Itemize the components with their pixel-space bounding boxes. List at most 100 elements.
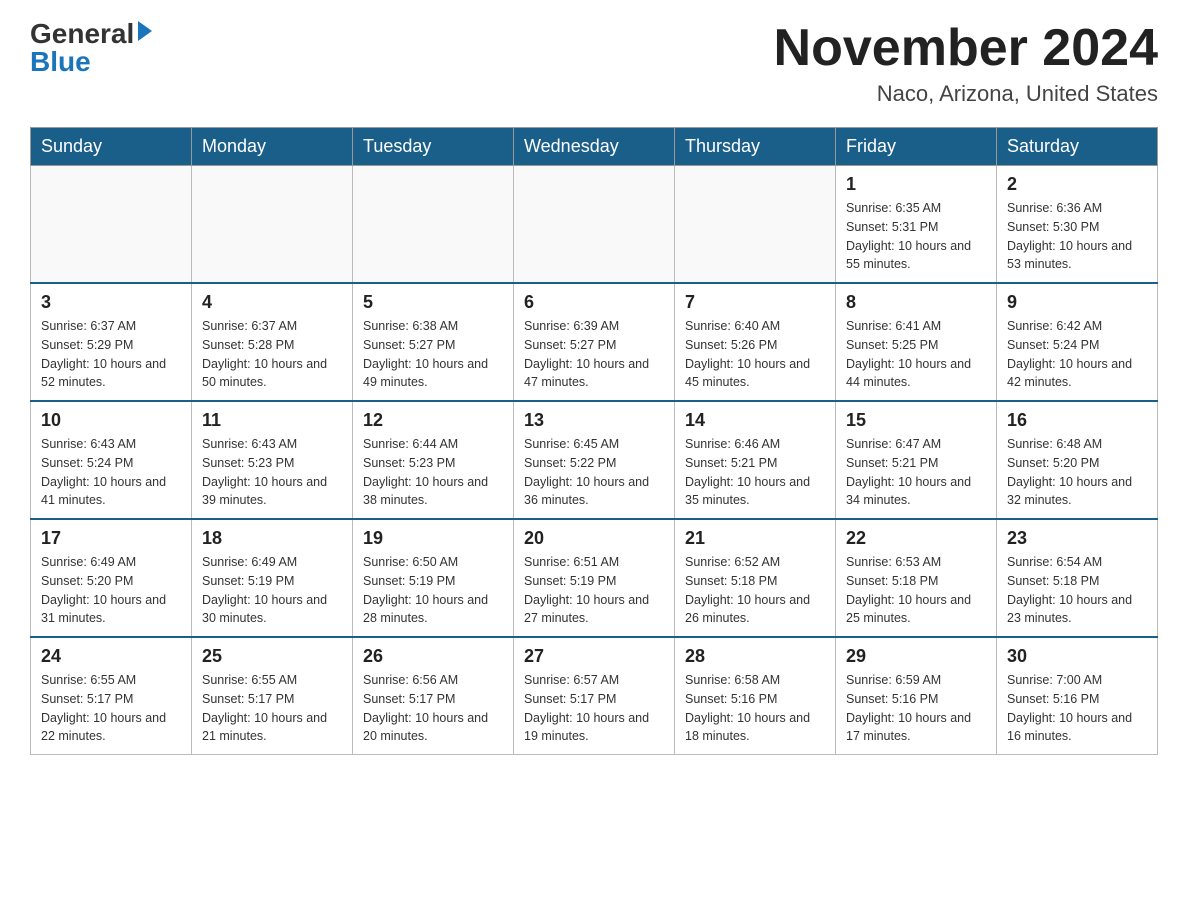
calendar-cell: 27 Sunrise: 6:57 AMSunset: 5:17 PMDayligh… — [514, 637, 675, 755]
logo-arrow-icon — [138, 21, 152, 41]
day-info: Sunrise: 6:49 AMSunset: 5:19 PMDaylight:… — [202, 553, 342, 628]
calendar-cell: 19 Sunrise: 6:50 AMSunset: 5:19 PMDayligh… — [353, 519, 514, 637]
weekday-header-row: SundayMondayTuesdayWednesdayThursdayFrid… — [31, 128, 1158, 166]
calendar-cell: 7Sunrise: 6:40 AMSunset: 5:26 PMDaylight… — [675, 283, 836, 401]
day-info: Sunrise: 6:36 AMSunset: 5:30 PMDaylight:… — [1007, 199, 1147, 274]
day-number: 17 — [41, 528, 181, 549]
weekday-header-tuesday: Tuesday — [353, 128, 514, 166]
day-number: 20 — [524, 528, 664, 549]
calendar-cell — [353, 166, 514, 284]
calendar-body: 1 Sunrise: 6:35 AMSunset: 5:31 PMDaylight… — [31, 166, 1158, 755]
calendar-cell: 16 Sunrise: 6:48 AMSunset: 5:20 PMDayligh… — [997, 401, 1158, 519]
day-number: 14 — [685, 410, 825, 431]
calendar-cell — [31, 166, 192, 284]
calendar-cell: 23Sunrise: 6:54 AMSunset: 5:18 PMDayligh… — [997, 519, 1158, 637]
calendar-week-2: 3Sunrise: 6:37 AMSunset: 5:29 PMDaylight… — [31, 283, 1158, 401]
calendar-cell: 15 Sunrise: 6:47 AMSunset: 5:21 PMDayligh… — [836, 401, 997, 519]
calendar-week-3: 10Sunrise: 6:43 AMSunset: 5:24 PMDayligh… — [31, 401, 1158, 519]
day-number: 27 — [524, 646, 664, 667]
day-info: Sunrise: 6:47 AMSunset: 5:21 PMDaylight:… — [846, 435, 986, 510]
calendar-cell: 14 Sunrise: 6:46 AMSunset: 5:21 PMDayligh… — [675, 401, 836, 519]
day-info: Sunrise: 6:35 AMSunset: 5:31 PMDaylight:… — [846, 199, 986, 274]
day-info: Sunrise: 6:55 AMSunset: 5:17 PMDaylight:… — [41, 671, 181, 746]
day-number: 24 — [41, 646, 181, 667]
day-number: 15 — [846, 410, 986, 431]
calendar-cell: 22 Sunrise: 6:53 AMSunset: 5:18 PMDayligh… — [836, 519, 997, 637]
day-number: 2 — [1007, 174, 1147, 195]
calendar-cell: 6 Sunrise: 6:39 AMSunset: 5:27 PMDaylight… — [514, 283, 675, 401]
calendar-cell: 25 Sunrise: 6:55 AMSunset: 5:17 PMDayligh… — [192, 637, 353, 755]
day-info: Sunrise: 6:56 AMSunset: 5:17 PMDaylight:… — [363, 671, 503, 746]
day-number: 8 — [846, 292, 986, 313]
day-number: 18 — [202, 528, 342, 549]
calendar-cell: 29Sunrise: 6:59 AMSunset: 5:16 PMDayligh… — [836, 637, 997, 755]
day-info: Sunrise: 6:57 AMSunset: 5:17 PMDaylight:… — [524, 671, 664, 746]
calendar-cell: 10Sunrise: 6:43 AMSunset: 5:24 PMDayligh… — [31, 401, 192, 519]
page-header: General Blue November 2024 Naco, Arizona… — [30, 20, 1158, 107]
logo-blue-text: Blue — [30, 48, 91, 76]
day-number: 30 — [1007, 646, 1147, 667]
calendar-cell: 8 Sunrise: 6:41 AMSunset: 5:25 PMDaylight… — [836, 283, 997, 401]
day-info: Sunrise: 6:59 AMSunset: 5:16 PMDaylight:… — [846, 671, 986, 746]
day-number: 28 — [685, 646, 825, 667]
day-info: Sunrise: 6:39 AMSunset: 5:27 PMDaylight:… — [524, 317, 664, 392]
day-info: Sunrise: 6:38 AMSunset: 5:27 PMDaylight:… — [363, 317, 503, 392]
day-info: Sunrise: 6:40 AMSunset: 5:26 PMDaylight:… — [685, 317, 825, 392]
calendar-cell — [675, 166, 836, 284]
weekday-header-saturday: Saturday — [997, 128, 1158, 166]
day-number: 23 — [1007, 528, 1147, 549]
day-info: Sunrise: 6:52 AMSunset: 5:18 PMDaylight:… — [685, 553, 825, 628]
day-info: Sunrise: 6:42 AMSunset: 5:24 PMDaylight:… — [1007, 317, 1147, 392]
day-number: 12 — [363, 410, 503, 431]
title-section: November 2024 Naco, Arizona, United Stat… — [774, 20, 1158, 107]
month-title: November 2024 — [774, 20, 1158, 77]
day-info: Sunrise: 6:46 AMSunset: 5:21 PMDaylight:… — [685, 435, 825, 510]
calendar-cell: 17 Sunrise: 6:49 AMSunset: 5:20 PMDayligh… — [31, 519, 192, 637]
calendar-cell: 1 Sunrise: 6:35 AMSunset: 5:31 PMDaylight… — [836, 166, 997, 284]
day-number: 22 — [846, 528, 986, 549]
day-info: Sunrise: 6:37 AMSunset: 5:29 PMDaylight:… — [41, 317, 181, 392]
day-info: Sunrise: 6:50 AMSunset: 5:19 PMDaylight:… — [363, 553, 503, 628]
weekday-header-sunday: Sunday — [31, 128, 192, 166]
day-number: 25 — [202, 646, 342, 667]
calendar-cell: 11Sunrise: 6:43 AMSunset: 5:23 PMDayligh… — [192, 401, 353, 519]
location-text: Naco, Arizona, United States — [774, 81, 1158, 107]
calendar-cell: 13Sunrise: 6:45 AMSunset: 5:22 PMDayligh… — [514, 401, 675, 519]
calendar-week-5: 24 Sunrise: 6:55 AMSunset: 5:17 PMDayligh… — [31, 637, 1158, 755]
weekday-header-thursday: Thursday — [675, 128, 836, 166]
day-info: Sunrise: 6:44 AMSunset: 5:23 PMDaylight:… — [363, 435, 503, 510]
day-number: 13 — [524, 410, 664, 431]
day-info: Sunrise: 6:37 AMSunset: 5:28 PMDaylight:… — [202, 317, 342, 392]
day-info: Sunrise: 6:53 AMSunset: 5:18 PMDaylight:… — [846, 553, 986, 628]
day-info: Sunrise: 6:55 AMSunset: 5:17 PMDaylight:… — [202, 671, 342, 746]
calendar-week-4: 17 Sunrise: 6:49 AMSunset: 5:20 PMDayligh… — [31, 519, 1158, 637]
calendar-table: SundayMondayTuesdayWednesdayThursdayFrid… — [30, 127, 1158, 755]
day-number: 21 — [685, 528, 825, 549]
calendar-cell — [514, 166, 675, 284]
day-info: Sunrise: 7:00 AMSunset: 5:16 PMDaylight:… — [1007, 671, 1147, 746]
calendar-cell: 5 Sunrise: 6:38 AMSunset: 5:27 PMDaylight… — [353, 283, 514, 401]
day-info: Sunrise: 6:41 AMSunset: 5:25 PMDaylight:… — [846, 317, 986, 392]
logo: General Blue — [30, 20, 152, 76]
logo-general-text: General — [30, 20, 134, 48]
weekday-header-friday: Friday — [836, 128, 997, 166]
day-number: 26 — [363, 646, 503, 667]
calendar-cell: 3Sunrise: 6:37 AMSunset: 5:29 PMDaylight… — [31, 283, 192, 401]
day-number: 1 — [846, 174, 986, 195]
day-info: Sunrise: 6:51 AMSunset: 5:19 PMDaylight:… — [524, 553, 664, 628]
day-info: Sunrise: 6:43 AMSunset: 5:23 PMDaylight:… — [202, 435, 342, 510]
calendar-cell: 4Sunrise: 6:37 AMSunset: 5:28 PMDaylight… — [192, 283, 353, 401]
calendar-header: SundayMondayTuesdayWednesdayThursdayFrid… — [31, 128, 1158, 166]
calendar-cell — [192, 166, 353, 284]
day-number: 16 — [1007, 410, 1147, 431]
day-info: Sunrise: 6:49 AMSunset: 5:20 PMDaylight:… — [41, 553, 181, 628]
day-info: Sunrise: 6:48 AMSunset: 5:20 PMDaylight:… — [1007, 435, 1147, 510]
calendar-cell: 28 Sunrise: 6:58 AMSunset: 5:16 PMDayligh… — [675, 637, 836, 755]
calendar-week-1: 1 Sunrise: 6:35 AMSunset: 5:31 PMDaylight… — [31, 166, 1158, 284]
day-number: 5 — [363, 292, 503, 313]
calendar-cell: 26 Sunrise: 6:56 AMSunset: 5:17 PMDayligh… — [353, 637, 514, 755]
day-number: 6 — [524, 292, 664, 313]
calendar-cell: 2 Sunrise: 6:36 AMSunset: 5:30 PMDaylight… — [997, 166, 1158, 284]
day-info: Sunrise: 6:58 AMSunset: 5:16 PMDaylight:… — [685, 671, 825, 746]
day-number: 19 — [363, 528, 503, 549]
